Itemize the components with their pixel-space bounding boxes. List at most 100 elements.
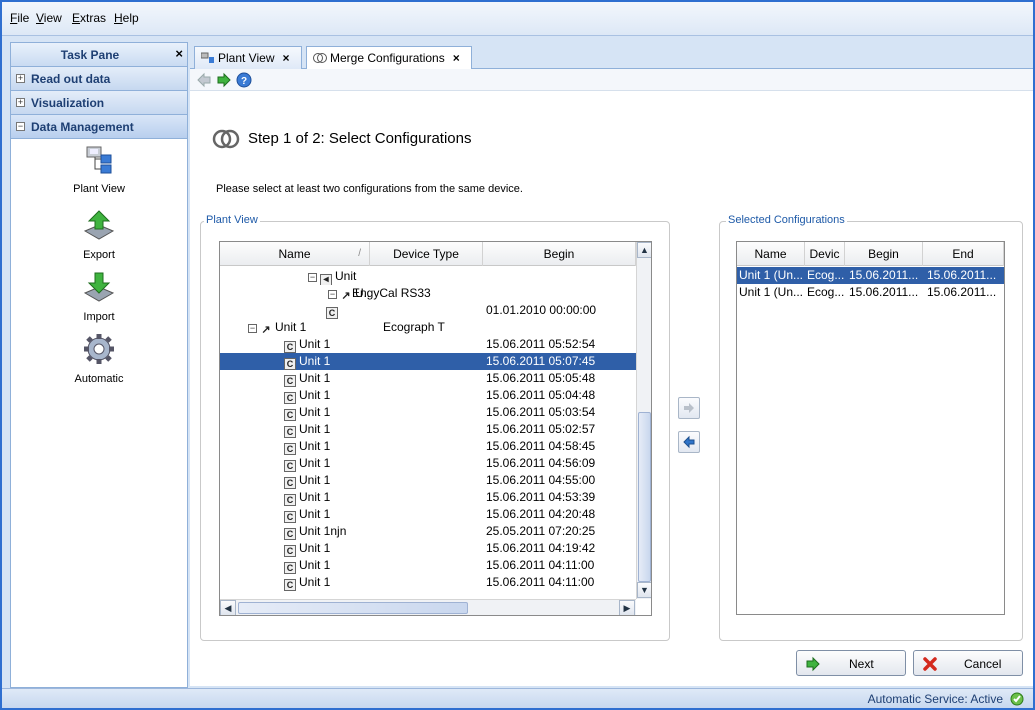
merge-icon	[212, 129, 240, 149]
row-name: Unit 1	[299, 371, 331, 385]
grid-header: Name / Device Type Begin	[220, 242, 636, 266]
tree-row[interactable]: − ◂ Unit	[220, 268, 636, 285]
tree-row[interactable]: − ↗ Unit 1 Ecograph T	[220, 319, 636, 336]
help-icon[interactable]: ?	[236, 72, 252, 88]
tree-row[interactable]: C Unit 1 15.06.2011 04:20:48	[220, 506, 636, 523]
task-item-label: Plant View	[73, 183, 125, 195]
section-label: Data Management	[31, 120, 134, 134]
cell-device-type	[383, 387, 493, 404]
selected-row[interactable]: Unit 1 (Un... Ecog... 15.06.2011... 15.06.2…	[737, 267, 1004, 284]
next-button[interactable]: Next	[796, 650, 906, 676]
row-name: Unit 1	[299, 388, 331, 402]
back-arrow-icon[interactable]	[196, 72, 212, 88]
cell-name: C Unit 1	[284, 404, 370, 421]
scroll-left-icon[interactable]: ◀	[220, 600, 236, 615]
task-pane-title: Task Pane	[60, 48, 120, 62]
add-configuration-button[interactable]	[678, 397, 700, 419]
tree-row[interactable]: C Unit 1 15.06.2011 04:53:39	[220, 489, 636, 506]
configuration-icon: C	[284, 562, 296, 574]
navigation-toolbar: ?	[190, 69, 1033, 91]
menu-view[interactable]: View	[36, 11, 62, 25]
cell-begin: 15.06.2011 05:02:57	[486, 422, 596, 436]
cell-name: C Unit 1	[284, 472, 370, 489]
tab-label: Merge Configurations	[330, 51, 445, 65]
tree-row[interactable]: C Unit 1 15.06.2011 04:11:00	[220, 574, 636, 591]
tree-row[interactable]: C Unit 1 15.06.2011 04:55:00	[220, 472, 636, 489]
column-title: Name	[278, 247, 311, 261]
tab-plant-view[interactable]: Plant View ×	[194, 46, 302, 69]
cancel-button[interactable]: Cancel	[913, 650, 1023, 676]
tree-row[interactable]: C Unit 1 15.06.2011 05:07:45	[220, 353, 636, 370]
column-header-begin[interactable]: Begin	[845, 242, 923, 266]
column-title: Begin	[543, 247, 575, 261]
column-header-device[interactable]: Devic	[805, 242, 845, 266]
remove-configuration-button[interactable]	[678, 431, 700, 453]
scroll-thumb[interactable]	[238, 602, 468, 614]
cell-name: C Unit 1	[284, 557, 370, 574]
task-pane-close-icon[interactable]: ×	[175, 46, 183, 61]
scroll-right-icon[interactable]: ▶	[619, 600, 635, 615]
cell-begin: 15.06.2011...	[849, 285, 919, 299]
collapse-icon[interactable]: −	[328, 290, 337, 299]
scroll-down-icon[interactable]: ▼	[637, 582, 651, 598]
cell-device-type	[383, 438, 493, 455]
tree-row[interactable]: C 01.01.2010 00:00:00	[220, 302, 636, 319]
tree-row[interactable]: −↗U...EngyCal RS33	[220, 285, 636, 302]
tab-label: Plant View	[218, 51, 275, 65]
forward-arrow-icon[interactable]	[216, 72, 232, 88]
cell-begin: 15.06.2011 04:20:48	[486, 507, 596, 521]
tab-merge-configurations[interactable]: Merge Configurations ×	[306, 46, 472, 70]
scroll-up-icon[interactable]: ▲	[637, 242, 651, 258]
tree-row[interactable]: C Unit 1 15.06.2011 04:19:42	[220, 540, 636, 557]
column-header-begin[interactable]: Begin	[483, 242, 636, 266]
export-icon	[83, 210, 115, 240]
configuration-icon: C	[284, 341, 296, 353]
tree-row[interactable]: C Unit 1njn 25.05.2011 07:20:25	[220, 523, 636, 540]
close-icon[interactable]: ×	[453, 51, 460, 65]
row-name: Unit 1	[299, 558, 331, 572]
menu-extras[interactable]: Extras	[72, 11, 106, 25]
tree-row[interactable]: C Unit 1 15.06.2011 05:05:48	[220, 370, 636, 387]
column-header-name[interactable]: Name /	[220, 242, 370, 266]
cell-device-type: Ecograph T	[383, 320, 445, 334]
section-visualization[interactable]: + Visualization	[11, 91, 187, 115]
unit-icon: ◂	[320, 274, 332, 285]
cell-begin: 15.06.2011 05:52:54	[486, 337, 596, 351]
tree-row[interactable]: C Unit 1 15.06.2011 05:02:57	[220, 421, 636, 438]
column-header-name[interactable]: Name	[737, 242, 805, 266]
task-item-export[interactable]: Export	[11, 207, 187, 261]
selected-row[interactable]: Unit 1 (Un... Ecog... 15.06.2011... 15.06.2…	[737, 284, 1004, 301]
scroll-thumb[interactable]	[638, 412, 651, 582]
cell-device-type	[383, 370, 493, 387]
selected-configurations-grid[interactable]: Name Devic Begin End Unit 1 (Un... Ecog..…	[736, 241, 1005, 615]
cell-device-type	[383, 421, 493, 438]
cell-device-type	[383, 268, 493, 285]
cell-device-type	[383, 506, 493, 523]
plant-view-tree-grid[interactable]: Name/ Device Type Begin −◂Unit−↗U...Engy…	[219, 241, 652, 616]
vertical-scrollbar[interactable]: ▲ ▼	[636, 242, 651, 599]
row-name: Unit 1	[299, 337, 331, 351]
task-item-plant-view[interactable]: Plant View	[11, 141, 187, 195]
collapse-icon[interactable]: −	[248, 324, 257, 333]
menu-help[interactable]: Help	[114, 11, 139, 25]
configuration-icon: C	[284, 358, 296, 370]
tree-row[interactable]: C Unit 1 15.06.2011 05:04:48	[220, 387, 636, 404]
section-data-management[interactable]: − Data Management	[11, 115, 187, 139]
tree-row[interactable]: C Unit 1 15.06.2011 05:52:54	[220, 336, 636, 353]
task-item-import[interactable]: Import	[11, 269, 187, 323]
column-header-end[interactable]: End	[923, 242, 1004, 266]
collapse-icon[interactable]: −	[308, 273, 317, 282]
task-item-label: Export	[83, 249, 115, 261]
tree-row[interactable]: C Unit 1 15.06.2011 04:56:09	[220, 455, 636, 472]
tree-row[interactable]: C Unit 1 15.06.2011 04:11:00	[220, 557, 636, 574]
task-item-automatic[interactable]: Automatic	[11, 331, 187, 385]
tree-row[interactable]: C Unit 1 15.06.2011 05:03:54	[220, 404, 636, 421]
section-read-out-data[interactable]: + Read out data	[11, 67, 187, 91]
close-icon[interactable]: ×	[282, 51, 289, 65]
tree-row[interactable]: C Unit 1 15.06.2011 04:58:45	[220, 438, 636, 455]
cell-begin: 15.06.2011 05:05:48	[486, 371, 596, 385]
menu-file[interactable]: File	[10, 11, 29, 25]
horizontal-scrollbar[interactable]: ◀ ▶	[220, 599, 636, 615]
column-header-device-type[interactable]: Device Type	[370, 242, 483, 266]
column-title: Devic	[809, 247, 840, 261]
